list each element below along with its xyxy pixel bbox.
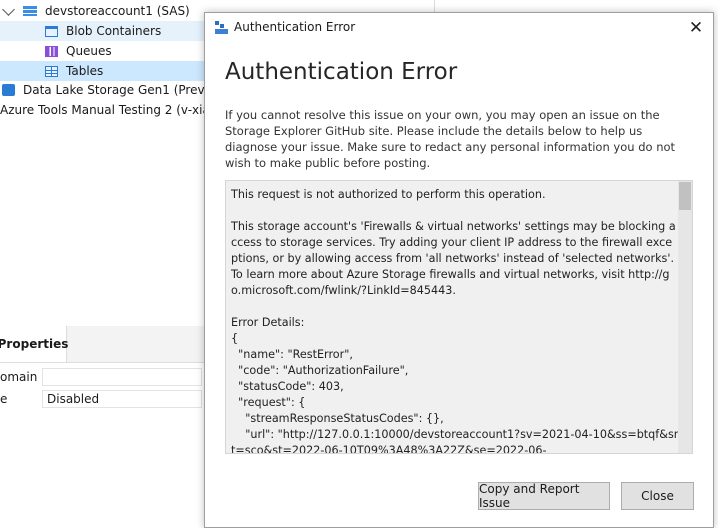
close-icon[interactable]: ✕ <box>685 17 707 39</box>
tree-item-label: Azure Tools Manual Testing 2 (v-xianya <box>0 103 204 117</box>
property-row: e Disabled <box>0 390 204 410</box>
tree-item-tables[interactable]: Tables <box>0 61 204 81</box>
tree-item-blob-containers[interactable]: Blob Containers <box>0 21 204 41</box>
storage-account-icon <box>23 6 37 16</box>
property-key: omain <box>0 370 38 384</box>
error-details-text[interactable]: This request is not authorized to perfor… <box>231 187 679 453</box>
authentication-error-dialog: Authentication Error ✕ Authentication Er… <box>204 12 714 528</box>
dialog-heading: Authentication Error <box>225 59 458 85</box>
tree-item-queues[interactable]: Queues <box>0 41 204 61</box>
queue-icon <box>45 45 58 57</box>
properties-panel: Properties omain e Disabled <box>0 326 204 528</box>
explorer-tree: devstoreaccount1 (SAS) Blob Containers Q… <box>0 0 204 300</box>
property-row: omain <box>0 368 204 388</box>
tab-properties[interactable]: Properties <box>0 326 68 362</box>
tree-item-account[interactable]: devstoreaccount1 (SAS) <box>0 1 204 21</box>
property-key: e <box>0 392 8 406</box>
blob-container-icon <box>45 25 58 37</box>
dialog-intro-text: If you cannot resolve this issue on your… <box>225 108 676 170</box>
error-details-box[interactable]: This request is not authorized to perfor… <box>225 180 693 454</box>
dialog-titlebar[interactable]: Authentication Error ✕ <box>205 13 713 43</box>
dialog-title: Authentication Error <box>234 20 356 34</box>
close-button[interactable]: Close <box>621 482 694 510</box>
tree-item-data-lake[interactable]: Data Lake Storage Gen1 (Preview) <box>0 80 204 100</box>
tree-item-subscription[interactable]: Azure Tools Manual Testing 2 (v-xianya <box>0 100 204 120</box>
property-value: Disabled <box>42 390 202 408</box>
tree-item-label: Queues <box>66 44 112 58</box>
tree-item-label: Tables <box>66 64 104 78</box>
copy-and-report-button[interactable]: Copy and Report Issue <box>478 482 610 510</box>
tree-item-label: Data Lake Storage Gen1 (Preview) <box>23 83 204 97</box>
scrollbar-thumb[interactable] <box>679 182 691 210</box>
divider <box>434 0 435 12</box>
storage-explorer-icon <box>215 21 228 34</box>
properties-tabbar: Properties <box>0 326 204 363</box>
scrollbar[interactable] <box>678 181 692 453</box>
tree-item-label: Blob Containers <box>66 24 162 38</box>
property-value <box>42 368 202 386</box>
chevron-down-icon[interactable] <box>2 2 15 16</box>
data-lake-icon <box>2 84 15 96</box>
table-icon <box>45 65 58 77</box>
tree-item-account-label: devstoreaccount1 (SAS) <box>45 4 190 18</box>
